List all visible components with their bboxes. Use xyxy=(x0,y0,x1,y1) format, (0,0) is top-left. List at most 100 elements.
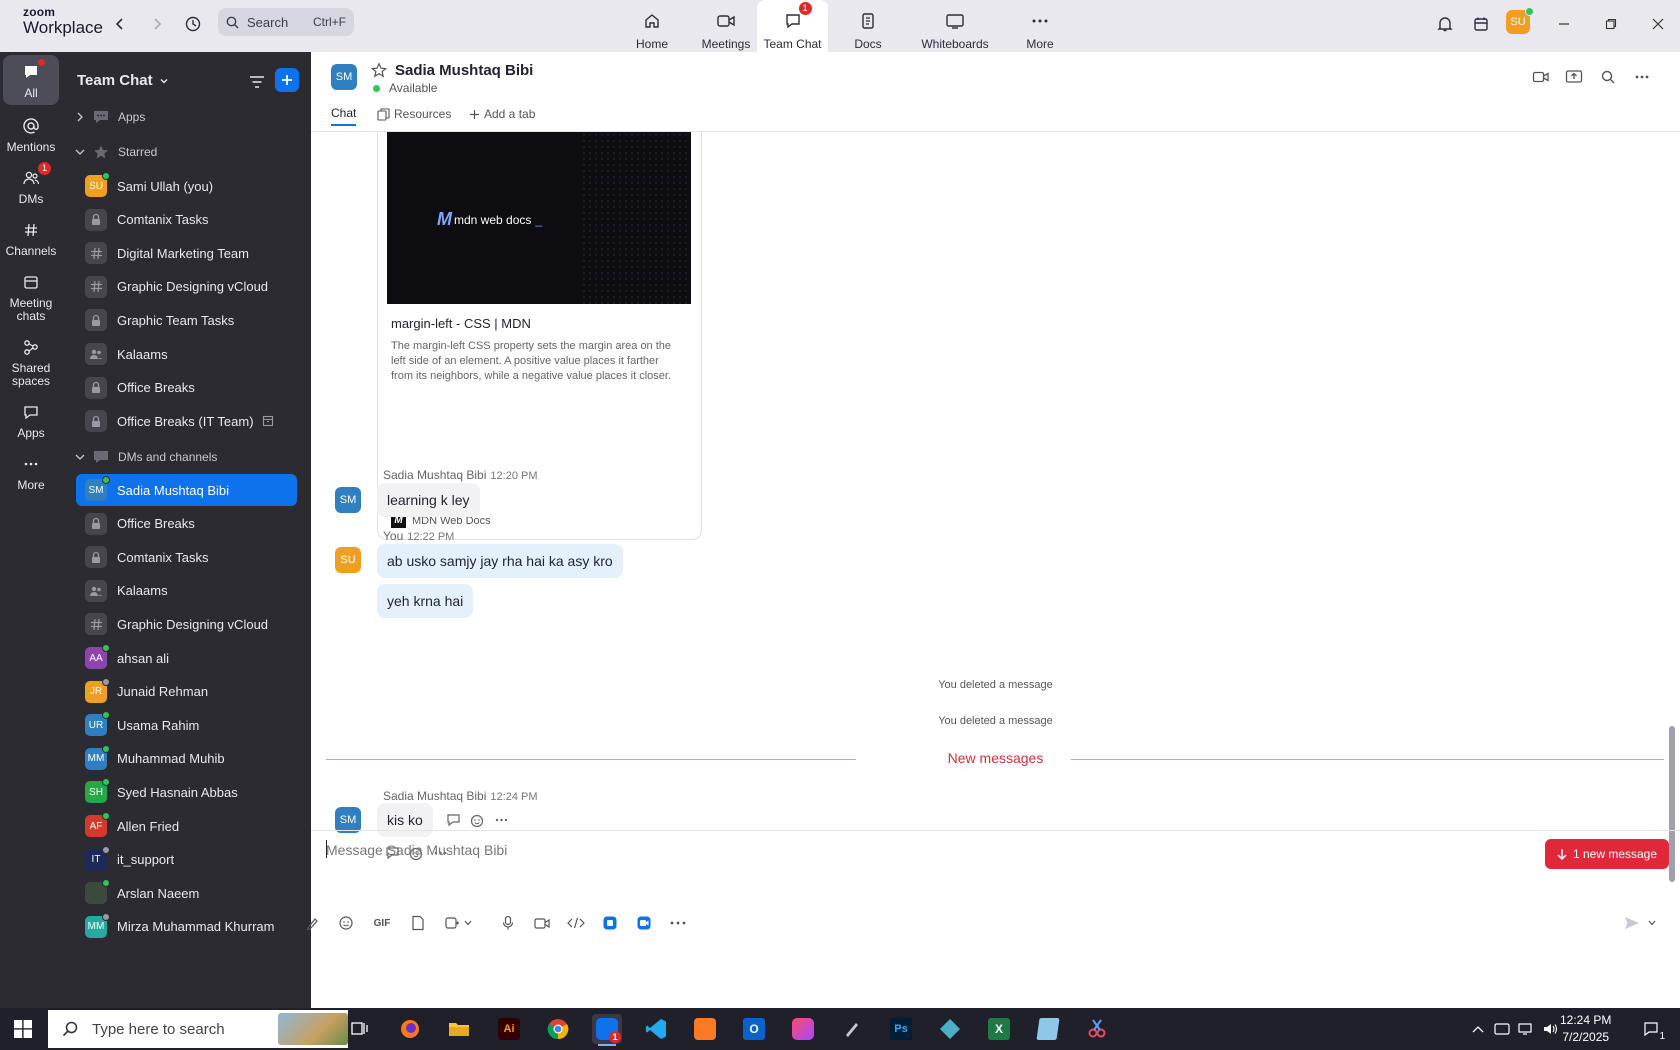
photoshop-icon[interactable]: Ps xyxy=(886,1014,916,1044)
send-icon[interactable] xyxy=(1621,912,1643,934)
sidebar-item[interactable]: Graphic Team Tasks xyxy=(76,304,297,336)
close-icon[interactable] xyxy=(1646,12,1670,36)
app-diamond-icon[interactable] xyxy=(935,1014,965,1044)
message-input[interactable] xyxy=(326,838,1526,862)
code-snippet-icon[interactable] xyxy=(565,912,587,934)
app-integration-icon[interactable] xyxy=(599,912,621,934)
sidebar-item[interactable]: MM Mirza Muhammad Khurram xyxy=(76,911,297,943)
tab-meetings[interactable]: Meetings xyxy=(690,0,762,52)
jump-to-new-message-button[interactable]: 1 new message xyxy=(1545,839,1669,869)
rail-dms[interactable]: 1 DMs xyxy=(3,162,59,206)
section-starred[interactable]: Starred xyxy=(74,141,157,163)
back-icon[interactable] xyxy=(108,12,132,36)
sidebar-item[interactable]: Arslan Naeem xyxy=(76,877,297,909)
format-text-icon[interactable] xyxy=(301,912,323,934)
history-icon[interactable] xyxy=(181,12,205,36)
excel-icon[interactable]: X xyxy=(984,1014,1014,1044)
rail-shared-spaces[interactable]: Shared spaces xyxy=(3,336,59,387)
filter-icon[interactable] xyxy=(246,71,268,93)
sidebar-item[interactable]: Kalaams xyxy=(76,575,297,607)
tab-docs[interactable]: Docs xyxy=(838,0,898,52)
sidebar-item[interactable]: MM Muhammad Muhib xyxy=(76,743,297,775)
network-icon[interactable] xyxy=(1518,1021,1534,1037)
sidebar-item[interactable]: SU Sami Ullah (you) xyxy=(76,170,297,202)
rail-meeting-chats[interactable]: Meeting chats xyxy=(3,271,59,322)
search-icon[interactable] xyxy=(1597,66,1619,88)
rail-channels[interactable]: Channels xyxy=(3,219,59,258)
sidebar-item[interactable]: SH Syed Hasnain Abbas xyxy=(76,776,297,808)
message-bubble[interactable]: kis ko xyxy=(377,803,433,837)
sidebar-item[interactable]: Office Breaks (IT Team) xyxy=(76,405,297,437)
pen-tool-icon[interactable] xyxy=(837,1014,867,1044)
volume-icon[interactable] xyxy=(1542,1021,1558,1037)
tab-team-chat[interactable]: 1 Team Chat xyxy=(757,0,828,54)
file-explorer-icon[interactable] xyxy=(444,1014,474,1044)
xampp-icon[interactable] xyxy=(690,1014,720,1044)
contact-name[interactable]: Sadia Mushtaq Bibi xyxy=(395,62,533,79)
taskbar-clock[interactable]: 12:24 PM 7/2/2025 xyxy=(1560,1012,1611,1046)
restore-icon[interactable] xyxy=(1599,12,1623,36)
zoom-taskbar-icon[interactable]: 1 xyxy=(592,1014,622,1046)
new-chat-button[interactable] xyxy=(275,68,299,92)
minimize-icon[interactable] xyxy=(1552,12,1576,36)
file-icon[interactable] xyxy=(407,912,429,934)
chevron-down-icon[interactable] xyxy=(461,912,475,934)
chrome-icon[interactable] xyxy=(543,1014,573,1044)
screenshot-icon[interactable] xyxy=(441,912,463,934)
rail-mentions[interactable]: Mentions xyxy=(3,115,59,154)
notepad-icon[interactable] xyxy=(1033,1014,1063,1044)
vscode-icon[interactable] xyxy=(641,1014,671,1044)
contact-avatar[interactable]: SM xyxy=(331,64,357,90)
more-tools-icon[interactable] xyxy=(667,912,689,934)
tab-more[interactable]: More xyxy=(1010,0,1070,52)
sidebar-item[interactable]: Comtanix Tasks xyxy=(76,204,297,236)
reply-icon[interactable] xyxy=(444,811,462,829)
sidebar-item[interactable]: AF Allen Fried xyxy=(76,810,297,842)
link-preview-title[interactable]: margin-left - CSS | MDN xyxy=(391,316,531,331)
illustrator-icon[interactable]: Ai xyxy=(494,1014,524,1044)
sidebar-item[interactable]: JR Junaid Rehman xyxy=(76,676,297,708)
windows-start-icon[interactable] xyxy=(14,1020,32,1038)
sidebar-item[interactable]: IT it_support xyxy=(76,844,297,876)
message-avatar[interactable]: SM xyxy=(335,487,361,513)
chevron-up-icon[interactable] xyxy=(1470,1021,1486,1037)
star-outline-icon[interactable] xyxy=(371,62,387,78)
outlook-icon[interactable]: O xyxy=(739,1014,769,1044)
sidebar-item[interactable]: Graphic Designing vCloud xyxy=(76,271,297,303)
gif-icon[interactable]: GIF xyxy=(369,912,395,934)
snipping-tool-icon[interactable] xyxy=(1082,1014,1112,1044)
tab-home[interactable]: Home xyxy=(622,0,682,52)
more-actions-icon[interactable] xyxy=(492,811,510,829)
sidebar-item[interactable]: Kalaams xyxy=(76,338,297,370)
emoji-reaction-icon[interactable] xyxy=(468,811,486,829)
tab-whiteboards[interactable]: Whiteboards xyxy=(914,0,996,52)
notification-center-icon[interactable]: 1 xyxy=(1640,1021,1665,1042)
bell-icon[interactable] xyxy=(1433,12,1457,36)
section-apps[interactable]: Apps xyxy=(74,106,145,128)
section-dms-channels[interactable]: DMs and channels xyxy=(74,446,217,468)
sidebar-item[interactable]: Graphic Designing vCloud xyxy=(76,608,297,640)
firefox-icon[interactable] xyxy=(395,1014,425,1044)
task-view-icon[interactable] xyxy=(345,1014,375,1044)
more-options-icon[interactable] xyxy=(1631,66,1653,88)
rail-apps[interactable]: Apps xyxy=(3,401,59,440)
emoji-icon[interactable] xyxy=(335,912,357,934)
rail-more[interactable]: More xyxy=(3,453,59,492)
sidebar-item[interactable]: SM Sadia Mushtaq Bibi xyxy=(76,474,297,506)
forward-icon[interactable] xyxy=(145,12,169,36)
video-call-icon[interactable] xyxy=(1530,66,1552,88)
meet-now-icon[interactable] xyxy=(1494,1021,1510,1037)
tab-resources[interactable]: Resources xyxy=(377,102,451,126)
taskbar-search[interactable]: Type here to search xyxy=(48,1010,348,1048)
sidebar-item[interactable]: AA ahsan ali xyxy=(76,642,297,674)
message-bubble[interactable]: ab usko samjy jay rha hai ka asy kro xyxy=(377,544,623,578)
message-scrollbar[interactable] xyxy=(1669,726,1675,882)
user-avatar[interactable]: SU xyxy=(1506,7,1534,34)
send-options-chevron-icon[interactable] xyxy=(1645,912,1659,934)
share-screen-icon[interactable] xyxy=(1563,66,1585,88)
calendar-icon[interactable] xyxy=(1469,12,1493,36)
microphone-icon[interactable] xyxy=(497,912,519,934)
sidebar-item[interactable]: Office Breaks xyxy=(76,372,297,404)
sidebar-item[interactable]: Digital Marketing Team xyxy=(76,237,297,269)
rail-all[interactable]: All xyxy=(3,55,59,105)
